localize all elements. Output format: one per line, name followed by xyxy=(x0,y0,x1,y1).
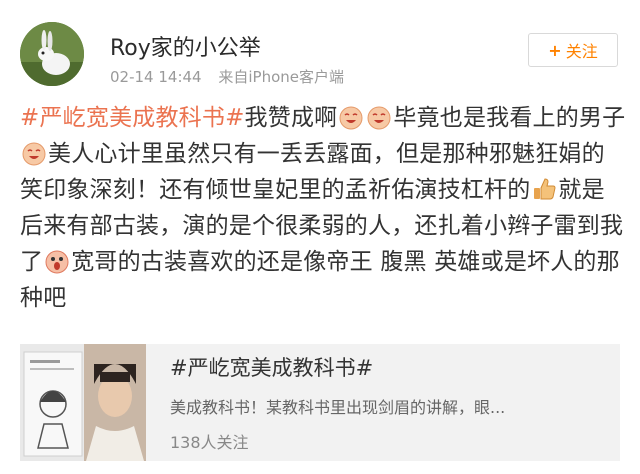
topic-link[interactable]: #严屹宽美成教科书# xyxy=(20,105,245,131)
plus-icon: + xyxy=(548,40,562,60)
post-text-seg3: 美人心计里虽然只有一丢丢露面，但是那种邪魅狂娟的笑印象深刻！还有倾世皇妃里的孟祈… xyxy=(20,141,605,203)
username[interactable]: Roy家的小公举 xyxy=(110,30,261,62)
follow-button[interactable]: + 关注 xyxy=(528,33,618,67)
thumbs-up-icon xyxy=(534,178,556,200)
post-text-seg5: 宽哥的古装喜欢的还是像帝王 腹黑 英雄或是坏人的那种吧 xyxy=(20,249,620,311)
post-meta: 02-14 14:44 来自iPhone客户端 xyxy=(110,66,344,87)
post-text: #严屹宽美成教科书#我赞成啊 毕竟也是我看上的男子美人心计里虽然只有一丢丢露面，但… xyxy=(20,100,626,316)
post-text-seg2: 毕竟也是我看上的男子 xyxy=(393,105,626,131)
laughing-face-icon xyxy=(367,106,391,130)
shocked-face-icon xyxy=(45,250,69,274)
topic-card-description: 美成教科书！某教科书里出现剑眉的讲解，眼... xyxy=(170,398,506,417)
rabbit-photo xyxy=(20,22,84,86)
topic-card-image xyxy=(20,344,146,461)
topic-card[interactable]: #严屹宽美成教科书# 美成教科书！某教科书里出现剑眉的讲解，眼... 138人关… xyxy=(20,344,620,461)
topic-card-title[interactable]: #严屹宽美成教科书# xyxy=(170,352,373,382)
laughing-face-icon xyxy=(339,106,363,130)
topic-card-thumbnail xyxy=(20,344,146,461)
avatar[interactable] xyxy=(20,22,84,86)
topic-card-follower-count: 138人关注 xyxy=(170,433,249,452)
laughing-face-icon xyxy=(22,142,46,166)
post-text-seg1: 我赞成啊 xyxy=(244,105,338,131)
post-source: 来自iPhone客户端 xyxy=(218,68,345,86)
follow-label: 关注 xyxy=(565,42,598,61)
post-time[interactable]: 02-14 14:44 xyxy=(110,68,202,86)
